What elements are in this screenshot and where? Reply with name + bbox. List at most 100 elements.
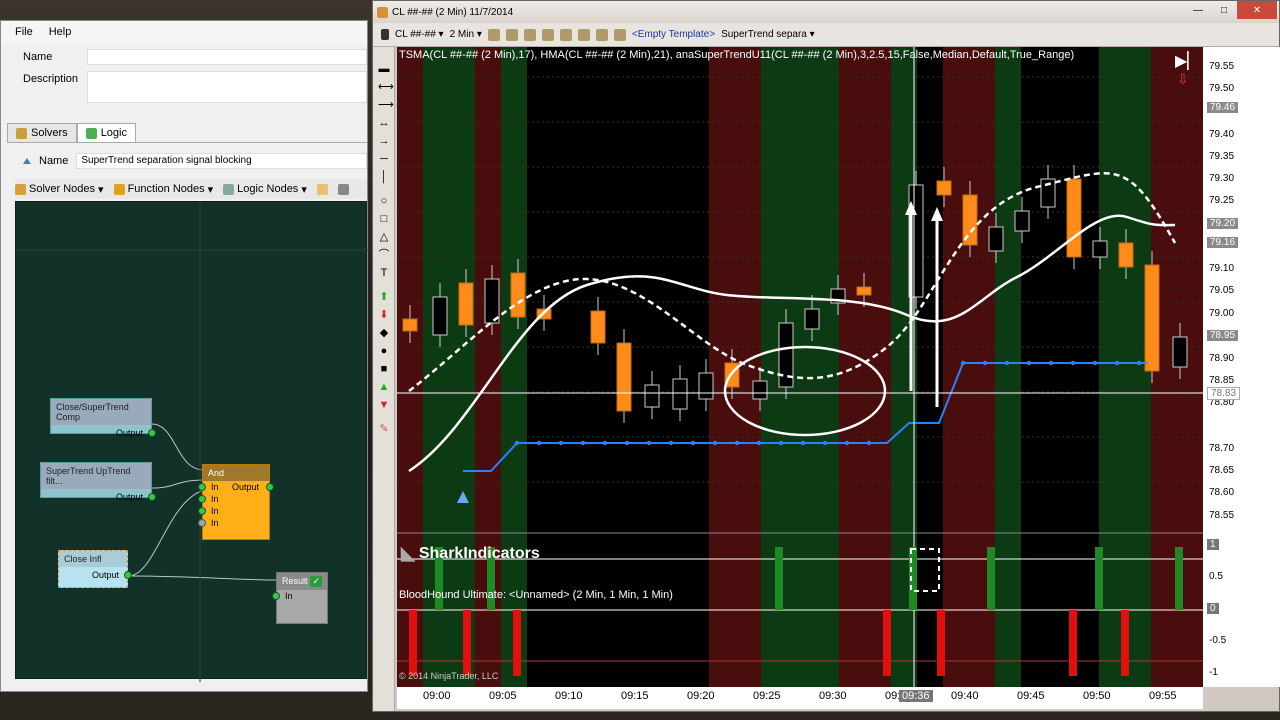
- arrow-up-icon[interactable]: ⬆: [378, 291, 390, 303]
- candle-body: [752, 380, 768, 400]
- template-select[interactable]: <Empty Template>: [632, 29, 715, 40]
- node-title: Close/SuperTrend Comp: [51, 399, 151, 425]
- histogram-bar: [513, 610, 521, 676]
- node-close-supertrend-comp[interactable]: Close/SuperTrend Comp Output: [50, 398, 156, 438]
- supertrend-dot: [690, 440, 696, 446]
- ruler-icon[interactable]: ▬: [378, 63, 390, 75]
- function-nodes-menu[interactable]: Function Nodes ▾: [113, 183, 213, 196]
- strategy-select[interactable]: SuperTrend separa ▾: [721, 29, 815, 40]
- triangle-up-icon[interactable]: ▲: [378, 381, 390, 393]
- hand-icon[interactable]: [316, 183, 328, 195]
- node-result[interactable]: Result ✓ In: [272, 572, 328, 624]
- interval-select[interactable]: 2 Min ▾: [450, 29, 482, 40]
- supertrend-dot: [982, 360, 988, 366]
- bar-style-icon[interactable]: [487, 28, 500, 41]
- name-field[interactable]: [87, 49, 367, 65]
- supertrend-dot: [1136, 360, 1142, 366]
- price-tick: 78.65: [1209, 465, 1235, 476]
- time-tick: 09:50: [1083, 690, 1111, 702]
- lower-tick: 1: [1207, 539, 1219, 550]
- tab-solvers[interactable]: Solvers: [7, 123, 77, 142]
- node-supertrend-uptrend[interactable]: SuperTrend UpTrend filt... Output: [40, 462, 156, 502]
- delete-icon[interactable]: [337, 183, 349, 195]
- input-port[interactable]: [198, 483, 206, 491]
- supertrend-dot: [1026, 360, 1032, 366]
- triangle-icon[interactable]: △: [378, 231, 390, 243]
- tab-logic[interactable]: Logic: [76, 123, 136, 142]
- price-tick: 78.60: [1209, 487, 1235, 498]
- ellipse-icon[interactable]: ○: [378, 195, 390, 207]
- strategy-icon[interactable]: [541, 28, 554, 41]
- vline-icon[interactable]: │: [378, 171, 390, 183]
- input-port[interactable]: [198, 519, 206, 527]
- input-port[interactable]: [198, 507, 206, 515]
- ext-line-icon[interactable]: ↔: [378, 117, 390, 129]
- remove-drawings-icon[interactable]: ✎: [378, 423, 390, 435]
- solver-nodes-menu[interactable]: Solver Nodes ▾: [15, 183, 104, 196]
- lower-panel-label: BloodHound Ultimate: <Unnamed> (2 Min, 1…: [399, 589, 673, 601]
- menu-help[interactable]: Help: [49, 26, 72, 38]
- price-tag: 79.16: [1207, 237, 1239, 248]
- logic-name-field[interactable]: SuperTrend separation signal blocking: [76, 153, 367, 169]
- candle-body: [804, 308, 820, 330]
- collapse-icon[interactable]: [23, 158, 31, 164]
- hline-icon[interactable]: ─: [378, 153, 390, 165]
- menu-file[interactable]: File: [15, 26, 33, 38]
- properties-icon[interactable]: [595, 28, 608, 41]
- time-tick: 09:20: [687, 690, 715, 702]
- logic-canvas[interactable]: Close/SuperTrend Comp Output SuperTrend …: [15, 201, 370, 682]
- histogram-bar: [1095, 547, 1103, 610]
- arrow-line-icon[interactable]: →: [378, 135, 390, 147]
- output-port[interactable]: [148, 493, 156, 501]
- ray-icon[interactable]: ⟶: [378, 99, 394, 111]
- logic-nodes-label: Logic Nodes: [237, 183, 299, 195]
- output-port[interactable]: [148, 429, 156, 437]
- trend-band: [865, 47, 891, 687]
- supertrend-dot: [1092, 360, 1098, 366]
- crosshair-icon[interactable]: [577, 28, 590, 41]
- pencil-icon[interactable]: [505, 28, 518, 41]
- price-tick: 79.00: [1209, 308, 1235, 319]
- instrument-select[interactable]: CL ##-## ▾: [395, 29, 444, 40]
- template-icon[interactable]: [613, 28, 626, 41]
- output-port[interactable]: [266, 483, 274, 491]
- maximize-button[interactable]: □: [1211, 1, 1237, 19]
- input-port[interactable]: [198, 495, 206, 503]
- output-port[interactable]: [124, 571, 132, 579]
- arc-icon[interactable]: ⌒: [378, 249, 390, 261]
- price-tick: 79.40: [1209, 129, 1235, 140]
- interval-label: 2 Min: [449, 29, 475, 40]
- supertrend-dot: [1114, 360, 1120, 366]
- histogram-bar: [1121, 610, 1129, 676]
- price-tick: 79.25: [1209, 195, 1235, 206]
- minimize-button[interactable]: —: [1185, 1, 1211, 19]
- scroll-to-end-icon[interactable]: ▶▏: [1175, 51, 1200, 71]
- input-port[interactable]: [272, 592, 280, 600]
- node-close-infl[interactable]: Close Infl Output: [58, 550, 132, 588]
- solver-nodes-label: Solver Nodes: [29, 183, 96, 195]
- time-axis[interactable]: 09:00 09:05 09:10 09:15 09:20 09:25 09:3…: [397, 687, 1203, 709]
- price-axis[interactable]: 79.55 79.50 79.40 79.35 79.30 79.25 79.1…: [1203, 47, 1280, 687]
- text-icon[interactable]: T: [378, 267, 390, 279]
- dot-icon[interactable]: ●: [378, 345, 390, 357]
- arrow-down-icon[interactable]: ⬇: [378, 309, 390, 321]
- diamond-icon[interactable]: ◆: [378, 327, 390, 339]
- triangle-down-icon[interactable]: ▼: [378, 399, 390, 411]
- zoom-icon[interactable]: [559, 28, 572, 41]
- square-icon[interactable]: ■: [378, 363, 390, 375]
- rectangle-icon[interactable]: □: [378, 213, 390, 225]
- supertrend-dot: [1070, 360, 1076, 366]
- close-button[interactable]: ✕: [1237, 1, 1277, 19]
- candle-body: [590, 310, 606, 344]
- strategy-label: SuperTrend separa: [721, 29, 807, 40]
- indicator-icon[interactable]: [523, 28, 536, 41]
- supertrend-dot: [1048, 360, 1054, 366]
- description-field[interactable]: [87, 71, 367, 103]
- instrument-label: CL ##-##: [395, 29, 436, 40]
- price-chart[interactable]: TSMA(CL ##-## (2 Min),17), HMA(CL ##-## …: [397, 47, 1203, 687]
- logic-nodes-menu[interactable]: Logic Nodes ▾: [223, 183, 307, 196]
- candle-body: [432, 296, 448, 336]
- logic-icon: [85, 127, 97, 139]
- line-icon[interactable]: ⟷: [378, 81, 394, 93]
- node-and[interactable]: And In In In In Output: [198, 464, 274, 540]
